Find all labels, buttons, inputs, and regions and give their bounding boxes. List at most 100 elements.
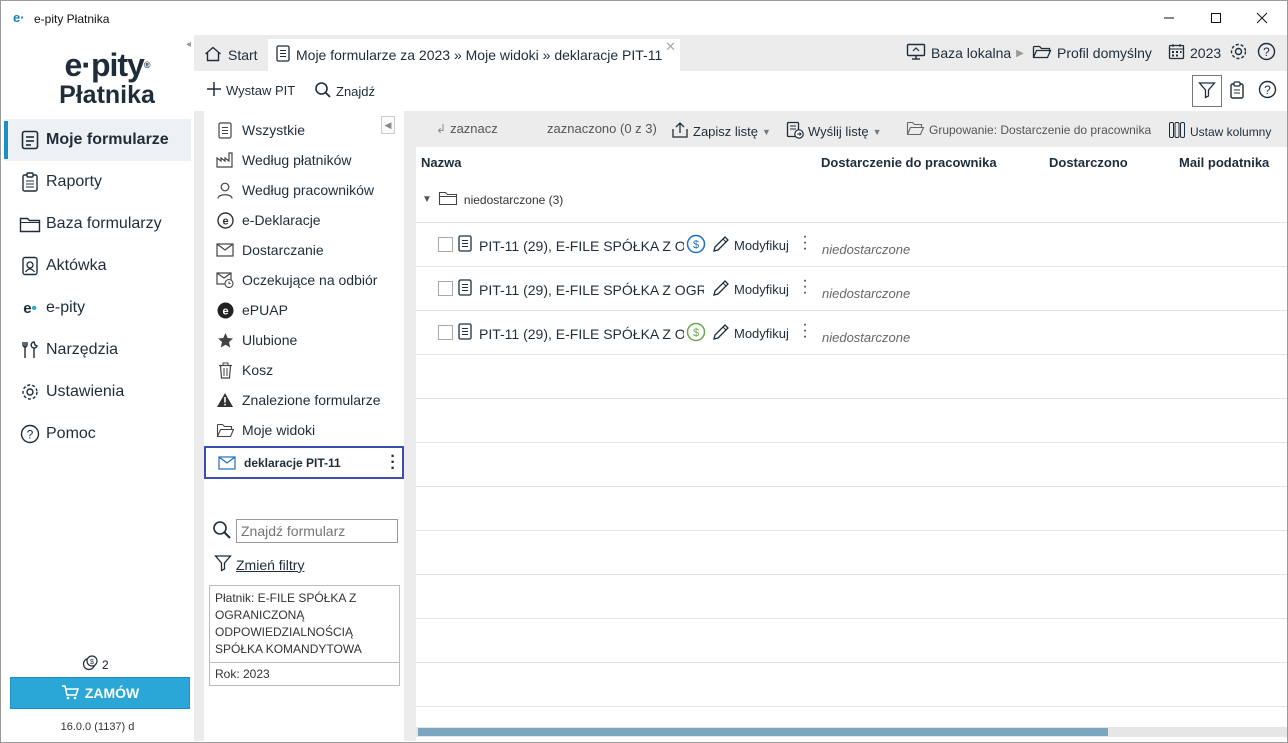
document-icon bbox=[276, 45, 290, 65]
sidebar-item-moje-formularze[interactable]: Moje formularze bbox=[4, 119, 191, 161]
sidebar-item-narzedzia[interactable]: Narzędzia bbox=[4, 329, 191, 371]
modify-label: Modyfikuj bbox=[734, 326, 789, 341]
columns-button[interactable]: Ustaw kolumny bbox=[1168, 121, 1271, 142]
svg-text:e: e bbox=[222, 215, 228, 227]
tab-start[interactable]: Start bbox=[196, 39, 264, 71]
envelope-clock-icon bbox=[216, 271, 234, 289]
modify-button[interactable]: Modyfikuj bbox=[712, 323, 789, 344]
column-header-delivered[interactable]: Dostarczono bbox=[1049, 147, 1128, 177]
minimize-button[interactable] bbox=[1146, 1, 1192, 35]
folder-e-deklaracje[interactable]: e e-Deklaracje bbox=[204, 205, 404, 235]
change-filters-link[interactable]: Zmień filtry bbox=[214, 554, 304, 575]
filter-payer: Płatnik: E-FILE SPÓŁKA Z OGRANICZONĄ ODP… bbox=[209, 585, 400, 663]
folder-dostarczanie[interactable]: Dostarczanie bbox=[204, 235, 404, 265]
help-icon: ? bbox=[1258, 80, 1277, 102]
document-icon bbox=[458, 279, 472, 299]
sidebar-collapse-icon[interactable]: ◂ bbox=[186, 39, 191, 50]
folder-label: Według pracowników bbox=[242, 182, 375, 198]
row-checkbox[interactable] bbox=[438, 281, 453, 296]
chevron-down-icon: ▼ bbox=[762, 126, 771, 137]
more-options-icon[interactable]: · · · bbox=[802, 317, 808, 345]
folder-ulubione[interactable]: Ulubione bbox=[204, 325, 404, 355]
folder-label: Oczekujące na odbiór bbox=[242, 272, 378, 288]
folder-oczekujace[interactable]: Oczekujące na odbiór bbox=[204, 265, 404, 295]
table-row[interactable]: PIT-11 (29), E-FILE SPÓŁKA Z OG $ Modyfi… bbox=[416, 311, 1287, 355]
main-toolbar: Wystaw PIT Znajdź ? bbox=[194, 71, 1287, 111]
folder-moje-widoki[interactable]: Moje widoki bbox=[204, 415, 404, 445]
clipboard-button[interactable] bbox=[1222, 75, 1252, 107]
coins-count: 2 bbox=[102, 657, 109, 672]
tab-close-icon[interactable]: ✕ bbox=[665, 39, 676, 55]
more-options-icon[interactable]: · · · bbox=[390, 449, 396, 477]
folder-open-icon bbox=[906, 121, 925, 139]
logo-registered-mark: ® bbox=[143, 60, 151, 70]
find-button[interactable]: Znajdź bbox=[314, 81, 375, 102]
row-checkbox[interactable] bbox=[438, 325, 453, 340]
tab-forms[interactable]: Moje formularze za 2023 » Moje widoki » … bbox=[268, 39, 680, 71]
sidebar-item-pomoc[interactable]: ? Pomoc bbox=[4, 413, 191, 455]
column-header-name[interactable]: Nazwa bbox=[421, 147, 461, 177]
folder-deklaracje-pit-11[interactable]: deklaracje PIT-11 · · · bbox=[204, 446, 404, 479]
empty-row bbox=[416, 355, 1287, 399]
folder-znalezione[interactable]: Znalezione formularze bbox=[204, 385, 404, 415]
send-list-button[interactable]: Wyślij listę ▼ bbox=[786, 121, 881, 142]
settings-button[interactable] bbox=[1229, 41, 1248, 65]
grouping-button[interactable]: Grupowanie: Dostarczenie do pracownika bbox=[906, 121, 1151, 139]
folder-wedlug-pracownikow[interactable]: Według pracowników bbox=[204, 175, 404, 205]
monitor-icon bbox=[906, 43, 926, 64]
sidebar-item-label: Raporty bbox=[46, 173, 103, 190]
row-checkbox[interactable] bbox=[438, 237, 453, 252]
modify-button[interactable]: Modyfikuj bbox=[712, 235, 789, 256]
briefcase-icon bbox=[18, 255, 42, 277]
edeklaracje-icon: e bbox=[216, 211, 234, 229]
grouping-label: Grupowanie: Dostarczenie do pracownika bbox=[929, 123, 1152, 137]
more-options-icon[interactable]: · · · bbox=[802, 229, 808, 257]
coins-counter[interactable]: $ 2 bbox=[82, 655, 109, 674]
maximize-button[interactable] bbox=[1193, 1, 1239, 35]
column-header-delivery[interactable]: Dostarczenie do pracownika bbox=[821, 147, 997, 177]
column-header-mail[interactable]: Mail podatnika bbox=[1179, 147, 1269, 177]
sidebar-item-aktowka[interactable]: Aktówka bbox=[4, 245, 191, 287]
document-icon bbox=[458, 323, 472, 343]
issue-pit-button[interactable]: Wystaw PIT bbox=[206, 81, 295, 100]
svg-text:$: $ bbox=[693, 327, 699, 339]
search-input[interactable] bbox=[236, 519, 398, 543]
mark-button[interactable]: ↲ zaznacz bbox=[436, 121, 498, 136]
database-selector[interactable]: Baza lokalna ▶ bbox=[906, 41, 1024, 65]
database-label: Baza lokalna bbox=[931, 45, 1012, 61]
group-header[interactable]: ▼ niedostarczone (3) bbox=[416, 177, 1287, 223]
table-row[interactable]: PIT-11 (29), E-FILE SPÓŁKA Z OGRAI Modyf… bbox=[416, 267, 1287, 311]
change-filters-label: Zmień filtry bbox=[236, 556, 305, 573]
profile-label: Profil domyślny bbox=[1057, 45, 1152, 61]
epity-icon: e • bbox=[23, 299, 37, 317]
star-icon bbox=[216, 331, 234, 349]
sidebar-item-raporty[interactable]: Raporty bbox=[4, 161, 191, 203]
tab-start-label: Start bbox=[228, 47, 258, 63]
toolbar-help-button[interactable]: ? bbox=[1252, 75, 1282, 107]
filter-toggle-button[interactable] bbox=[1192, 75, 1222, 107]
send-list-label: Wyślij listę bbox=[808, 124, 869, 139]
folder-epuap[interactable]: e ePUAP bbox=[204, 295, 404, 325]
folder-wszystkie[interactable]: Wszystkie bbox=[204, 115, 404, 145]
close-button[interactable] bbox=[1239, 1, 1285, 35]
modify-button[interactable]: Modyfikuj bbox=[712, 279, 789, 300]
year-selector[interactable]: 2023 bbox=[1168, 41, 1221, 65]
issue-pit-label: Wystaw PIT bbox=[226, 83, 296, 98]
sidebar-item-e-pity[interactable]: e • e-pity bbox=[4, 287, 191, 329]
horizontal-scrollbar[interactable] bbox=[416, 727, 1287, 737]
more-options-icon[interactable]: · · · bbox=[802, 273, 808, 301]
sidebar-item-baza-formularzy[interactable]: Baza formularzy bbox=[4, 203, 191, 245]
gear-icon bbox=[1229, 42, 1248, 64]
save-list-label: Zapisz listę bbox=[693, 124, 759, 139]
folder-wedlug-platnikow[interactable]: Według płatników bbox=[204, 145, 404, 175]
profile-selector[interactable]: Profil domyślny bbox=[1032, 41, 1152, 65]
scrollbar-thumb[interactable] bbox=[418, 728, 1108, 736]
version-label: 16.0.0 (1137) d bbox=[60, 721, 135, 733]
table-row[interactable]: PIT-11 (29), E-FILE SPÓŁKA Z OG $ Modyfi… bbox=[416, 223, 1287, 267]
order-button[interactable]: ZAMÓW bbox=[10, 677, 190, 709]
folder-kosz[interactable]: Kosz bbox=[204, 355, 404, 385]
help-button[interactable]: ? bbox=[1257, 41, 1276, 65]
payment-coin-icon: $ bbox=[686, 234, 706, 257]
sidebar-item-ustawienia[interactable]: Ustawienia bbox=[4, 371, 191, 413]
save-list-button[interactable]: Zapisz listę ▼ bbox=[671, 121, 771, 142]
